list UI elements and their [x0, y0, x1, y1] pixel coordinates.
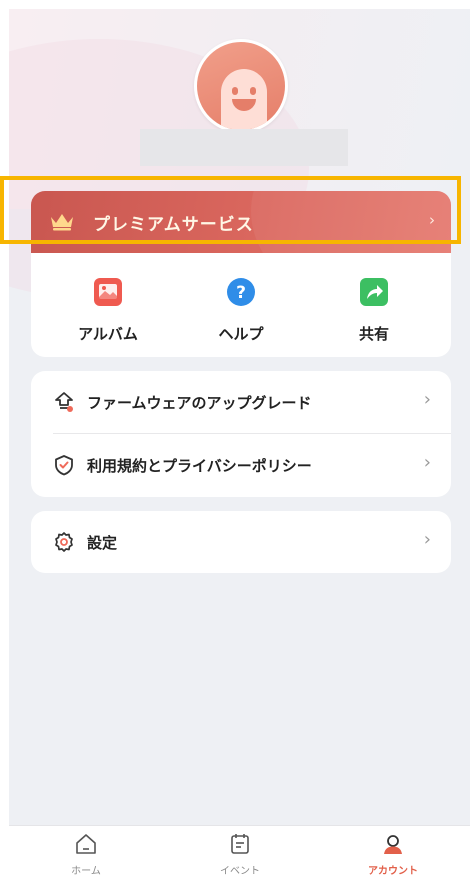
album-label: アルバム — [78, 325, 138, 343]
tab-event-label: イベント — [220, 866, 260, 875]
help-shortcut[interactable]: ? ヘルプ — [181, 277, 301, 344]
account-screen: プレミアムサービス › アルバム ? ヘルプ 共有 ファームウェアのアップグレー… — [9, 9, 470, 875]
avatar[interactable] — [194, 39, 288, 133]
chevron-right-icon: › — [423, 389, 431, 410]
bottom-tab-bar: ホーム イベント アカウント — [9, 825, 470, 875]
firmware-upgrade-label: ファームウェアのアップグレード — [87, 394, 312, 412]
tab-event[interactable]: イベント — [185, 832, 295, 875]
svg-text:?: ? — [236, 283, 246, 303]
settings-label: 設定 — [87, 534, 118, 552]
settings-row[interactable]: 設定 › — [31, 511, 451, 573]
help-icon: ? — [227, 278, 255, 306]
help-label: ヘルプ — [218, 325, 264, 343]
firmware-upgrade-row[interactable]: ファームウェアのアップグレード › — [31, 371, 451, 434]
tab-home[interactable]: ホーム — [31, 832, 141, 875]
share-shortcut[interactable]: 共有 — [314, 277, 434, 344]
premium-service-banner[interactable]: プレミアムサービス › — [31, 191, 451, 253]
tab-account[interactable]: アカウント — [338, 832, 448, 875]
terms-privacy-label: 利用規約とプライバシーポリシー — [87, 457, 312, 475]
premium-service-label: プレミアムサービス — [93, 215, 254, 235]
share-label: 共有 — [358, 325, 389, 343]
terms-privacy-row[interactable]: 利用規約とプライバシーポリシー › — [31, 434, 451, 496]
username-placeholder — [140, 129, 348, 166]
chevron-right-icon: › — [423, 452, 431, 473]
settings-card: 設定 › — [31, 511, 451, 573]
account-icon — [384, 835, 402, 854]
shield-check-icon — [55, 455, 73, 476]
firmware-upgrade-icon — [55, 392, 73, 412]
event-list-icon — [231, 834, 249, 854]
chevron-right-icon: › — [423, 529, 431, 550]
album-shortcut[interactable]: アルバム — [48, 277, 168, 344]
info-menu-card: ファームウェアのアップグレード › 利用規約とプライバシーポリシー › — [31, 371, 451, 497]
tab-home-label: ホーム — [71, 866, 101, 875]
tab-account-label: アカウント — [368, 866, 418, 875]
chevron-right-icon: › — [429, 211, 435, 229]
smiley-avatar-icon — [221, 69, 267, 130]
album-icon — [94, 278, 122, 306]
home-icon — [76, 834, 96, 854]
crown-icon — [51, 214, 73, 231]
share-icon — [360, 278, 388, 306]
shortcuts-card: アルバム ? ヘルプ 共有 — [31, 253, 451, 357]
gear-icon — [55, 532, 73, 552]
